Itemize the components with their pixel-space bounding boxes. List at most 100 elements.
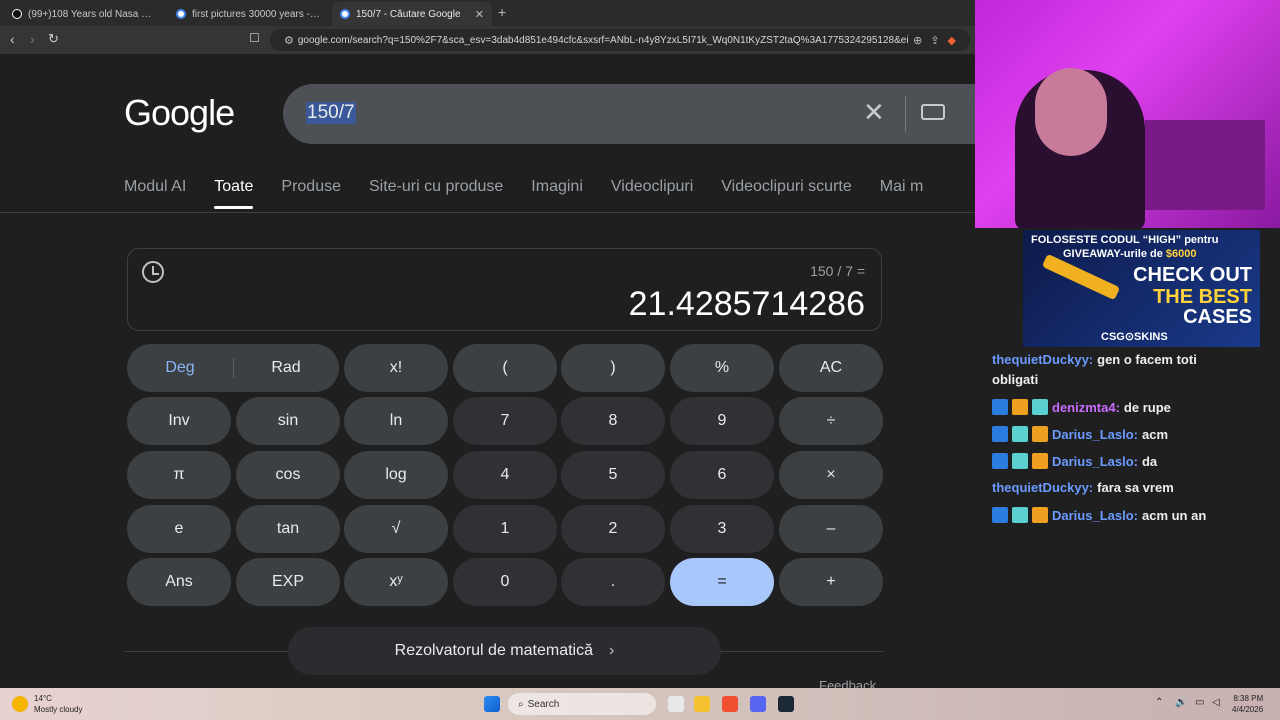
new-tab-button[interactable]: + [498,4,506,20]
keyboard-icon[interactable] [921,104,945,120]
rad-button[interactable]: Rad [233,359,339,377]
digit-3-button[interactable]: 3 [670,505,774,553]
subtract-button[interactable]: – [779,505,883,553]
address-bar[interactable]: ⚙ google.com/search?q=150%2F7&sca_esv=3d… [270,29,970,51]
sqrt-button[interactable]: √ [344,505,448,553]
chat-username[interactable]: denizmta4: [1052,400,1120,415]
weather-widget[interactable]: 14°C Mostly cloudy [12,693,82,715]
pi-button[interactable]: π [127,451,231,499]
brave-browser-icon[interactable] [722,696,738,712]
tab-ai-mode[interactable]: Modul AI [124,178,186,196]
windows-start-icon[interactable] [484,696,500,712]
inverse-button[interactable]: Inv [127,397,231,445]
add-button[interactable]: + [779,558,883,606]
tab-images[interactable]: Imagini [531,178,583,196]
tab-videos[interactable]: Videoclipuri [611,178,693,196]
discord-icon[interactable] [750,696,766,712]
tab-all[interactable]: Toate [214,178,254,209]
brave-shield-icon[interactable]: ◆ [948,34,956,47]
tab-products[interactable]: Produse [281,178,341,196]
ln-button[interactable]: ln [344,397,448,445]
badge-icon [1032,426,1048,442]
browser-tab[interactable]: first pictures 30000 years - Căutare G [168,2,328,26]
digit-8-button[interactable]: 8 [561,397,665,445]
network-icon[interactable]: ▭ [1195,697,1204,708]
back-icon[interactable]: ‹ [10,31,15,47]
history-icon[interactable] [142,261,164,283]
file-explorer-icon[interactable] [694,696,710,712]
e-button[interactable]: e [127,505,231,553]
all-clear-button[interactable]: AC [779,344,883,392]
digit-1-button[interactable]: 1 [453,505,557,553]
sin-button[interactable]: sin [236,397,340,445]
digit-6-button[interactable]: 6 [670,451,774,499]
chat-username[interactable]: thequietDuckyy: [992,352,1093,367]
power-button[interactable]: xʸ [344,558,448,606]
search-input[interactable]: 150/7 [306,102,356,124]
percent-button[interactable]: % [670,344,774,392]
math-solver-label: Rezolvatorul de matematică [394,642,593,659]
taskbar-search[interactable]: ⌕ Search [508,693,656,715]
search-tabs: Modul AI Toate Produse Site-uri cu produ… [124,178,924,209]
digit-5-button[interactable]: 5 [561,451,665,499]
banner-heading-1: CHECK OUT [1133,264,1252,286]
tab-label: 150/7 - Căutare Google [356,8,461,20]
browser-tab[interactable]: (99+)108 Years old Nasa Veteran wat [4,2,164,26]
open-paren-button[interactable]: ( [453,344,557,392]
cos-button[interactable]: cos [236,451,340,499]
chat-username[interactable]: Darius_Laslo: [1052,508,1138,523]
search-box[interactable]: 150/7 ✕ [283,84,975,144]
task-view-icon[interactable] [668,696,684,712]
deg-rad-toggle[interactable]: Deg Rad [127,344,339,392]
close-paren-button[interactable]: ) [561,344,665,392]
deg-button[interactable]: Deg [127,359,233,377]
steam-icon[interactable] [778,696,794,712]
divide-button[interactable]: ÷ [779,397,883,445]
digit-0-button[interactable]: 0 [453,558,557,606]
google-icon [340,9,350,19]
log-button[interactable]: log [344,451,448,499]
share-icon[interactable]: ⇪ [930,34,939,47]
chat-username[interactable]: Darius_Laslo: [1052,427,1138,442]
google-icon [176,9,186,19]
chat-username[interactable]: thequietDuckyy: [992,480,1093,495]
decimal-button[interactable]: . [561,558,665,606]
digit-7-button[interactable]: 7 [453,397,557,445]
equals-button[interactable]: = [670,558,774,606]
feedback-link[interactable]: Feedback [819,678,876,688]
tab-short-videos[interactable]: Videoclipuri scurte [721,178,851,196]
clear-search-icon[interactable]: ✕ [863,97,885,128]
exp-button[interactable]: EXP [236,558,340,606]
factorial-button[interactable]: x! [344,344,448,392]
site-info-icon[interactable]: ⚙ [284,34,294,47]
taskbar-search-label: Search [527,698,560,710]
tan-button[interactable]: tan [236,505,340,553]
tray-chevron-icon[interactable]: ⌃ [1155,697,1163,708]
reload-icon[interactable]: ↻ [48,31,59,47]
digit-9-button[interactable]: 9 [670,397,774,445]
calculator-expression: 150 / 7 = [810,263,865,279]
tab-more[interactable]: Mai m [880,178,924,196]
digit-4-button[interactable]: 4 [453,451,557,499]
chat-message-continued: obligati [992,372,1038,387]
chat-message: thequietDuckyy: gen o facem toti [992,352,1197,367]
tab-product-sites[interactable]: Site-uri cu produse [369,178,503,196]
speaker-icon[interactable]: ◁ [1212,697,1220,708]
weather-icon [12,696,28,712]
tab-label: (99+)108 Years old Nasa Veteran wat [28,8,156,20]
close-tab-icon[interactable]: ✕ [475,8,484,21]
badge-icon [1012,453,1028,469]
browser-tab-active[interactable]: 150/7 - Căutare Google ✕ [332,2,492,26]
google-logo[interactable]: Google [124,92,235,134]
volume-icon[interactable]: 🔊 [1175,697,1187,708]
multiply-button[interactable]: × [779,451,883,499]
badge-icon [992,453,1008,469]
forward-icon[interactable]: › [30,31,35,47]
system-clock[interactable]: 8:38 PM 4/4/2026 [1232,693,1263,715]
digit-2-button[interactable]: 2 [561,505,665,553]
ans-button[interactable]: Ans [127,558,231,606]
zoom-icon[interactable]: ⊕ [913,34,922,47]
bookmark-icon[interactable]: ☐ [249,31,260,45]
chat-username[interactable]: Darius_Laslo: [1052,454,1138,469]
math-solver-button[interactable]: Rezolvatorul de matematică › [288,627,721,675]
